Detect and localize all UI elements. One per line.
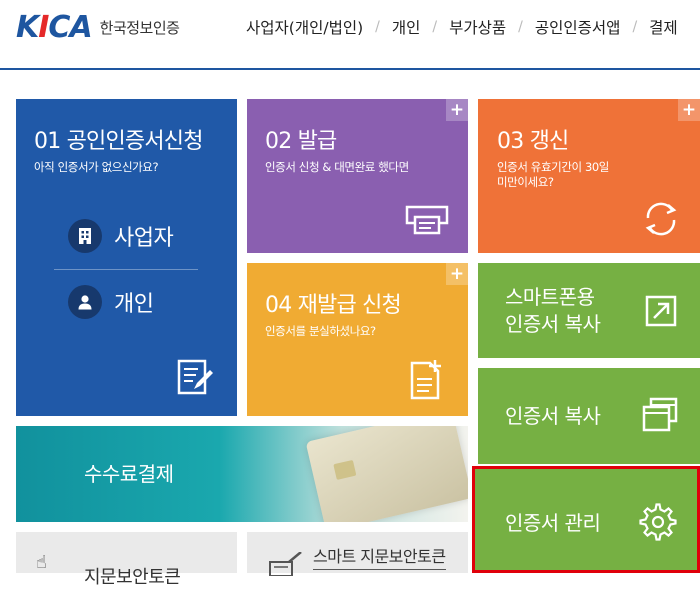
smart-fingerprint-token-label: 스마트 지문보안토큰 bbox=[313, 543, 446, 570]
apply-divider bbox=[54, 269, 198, 270]
tile-reissue[interactable]: + 04 재발급 신청 인증서를 분실하셨나요? bbox=[247, 263, 468, 416]
smartphone-copy-line1: 스마트폰용 bbox=[505, 285, 595, 309]
nav-separator: / bbox=[432, 19, 438, 35]
printer-icon bbox=[405, 205, 449, 235]
nav-item-payment[interactable]: 결제 bbox=[649, 16, 678, 38]
tile-smartphone-copy[interactable]: 스마트폰용 인증서 복사 bbox=[478, 263, 700, 358]
tile-renew[interactable]: + 03 갱신 인증서 유효기간이 30일 미만이세요? bbox=[478, 99, 700, 253]
tile-renew-subtitle-line1: 인증서 유효기간이 30일 bbox=[497, 160, 609, 174]
tile-renew-subtitle-line2: 미만이세요? bbox=[497, 175, 554, 189]
logo-subtitle: 한국정보인증 bbox=[99, 18, 180, 37]
tile-reissue-title: 04 재발급 신청 bbox=[265, 293, 402, 318]
apply-personal-label: 개인 bbox=[114, 292, 154, 317]
document-edit-icon bbox=[177, 359, 213, 395]
tile-cert-manage[interactable]: 인증서 관리 bbox=[472, 466, 700, 573]
main-nav: 사업자(개인/법인) / 개인 / 부가상품 / 공인인증서앱 / 결제 bbox=[246, 16, 678, 38]
person-icon bbox=[68, 285, 102, 319]
tile-issue-subtitle: 인증서 신청 & 대면완료 했다면 bbox=[265, 160, 409, 174]
gear-icon bbox=[639, 503, 677, 541]
tile-renew-title: 03 갱신 bbox=[497, 129, 569, 154]
tile-apply-title: 01 공인인증서신청 bbox=[34, 129, 203, 154]
building-icon bbox=[68, 219, 102, 253]
tile-issue[interactable]: + 02 발급 인증서 신청 & 대면완료 했다면 bbox=[247, 99, 468, 253]
credit-card-image bbox=[305, 426, 468, 522]
tile-apply[interactable]: 01 공인인증서신청 아직 인증서가 없으신가요? 사업자 개인 bbox=[16, 99, 237, 416]
refresh-icon bbox=[645, 202, 677, 236]
nav-separator: / bbox=[518, 19, 523, 35]
nav-item-cert-app[interactable]: 공인인증서앱 bbox=[535, 16, 621, 38]
document-add-icon bbox=[410, 360, 441, 400]
apply-personal-link[interactable]: 개인 bbox=[68, 285, 154, 319]
tile-apply-subtitle: 아직 인증서가 없으신가요? bbox=[34, 160, 159, 174]
tile-renew-plus-button[interactable]: + bbox=[678, 99, 700, 121]
cert-manage-label: 인증서 관리 bbox=[505, 511, 601, 535]
site-header: KICA 한국정보인증 사업자(개인/법인) / 개인 / 부가상품 / 공인인… bbox=[0, 0, 700, 70]
tile-reissue-subtitle: 인증서를 분실하셨나요? bbox=[265, 324, 376, 338]
smartphone-copy-line2: 인증서 복사 bbox=[505, 312, 601, 336]
credit-card-chip bbox=[333, 459, 357, 480]
apply-business-label: 사업자 bbox=[114, 226, 174, 251]
cert-copy-label: 인증서 복사 bbox=[505, 404, 601, 428]
tile-cert-copy[interactable]: 인증서 복사 bbox=[478, 368, 700, 464]
keyboard-pen-icon bbox=[269, 552, 302, 576]
tile-smart-fingerprint-token[interactable]: 스마트 지문보안토큰 bbox=[247, 532, 468, 576]
apply-business-link[interactable]: 사업자 bbox=[68, 219, 174, 253]
logo-wordmark: KICA bbox=[16, 9, 93, 45]
nav-item-business[interactable]: 사업자(개인/법인) bbox=[246, 16, 363, 38]
logo-mark: KICA bbox=[16, 9, 93, 45]
tile-issue-plus-button[interactable]: + bbox=[446, 99, 468, 121]
tile-fingerprint-token[interactable]: ☝ 지문보안토큰 bbox=[16, 532, 237, 588]
tile-fee-payment[interactable]: 수수료결제 bbox=[16, 426, 468, 522]
fingerprint-token-label: 지문보안토큰 bbox=[84, 567, 181, 588]
nav-item-personal[interactable]: 개인 bbox=[392, 16, 421, 38]
nav-separator: / bbox=[375, 19, 380, 35]
external-link-icon bbox=[645, 295, 677, 327]
nav-separator: / bbox=[632, 19, 638, 35]
tile-reissue-plus-button[interactable]: + bbox=[446, 263, 468, 285]
tile-issue-title: 02 발급 bbox=[265, 129, 337, 154]
nav-item-addon-products[interactable]: 부가상품 bbox=[449, 16, 506, 38]
fingerprint-hand-icon: ☝ bbox=[36, 552, 47, 573]
copy-windows-icon bbox=[642, 397, 678, 432]
kica-logo[interactable]: KICA 한국정보인증 bbox=[16, 9, 180, 45]
fee-payment-label: 수수료결제 bbox=[84, 462, 174, 486]
